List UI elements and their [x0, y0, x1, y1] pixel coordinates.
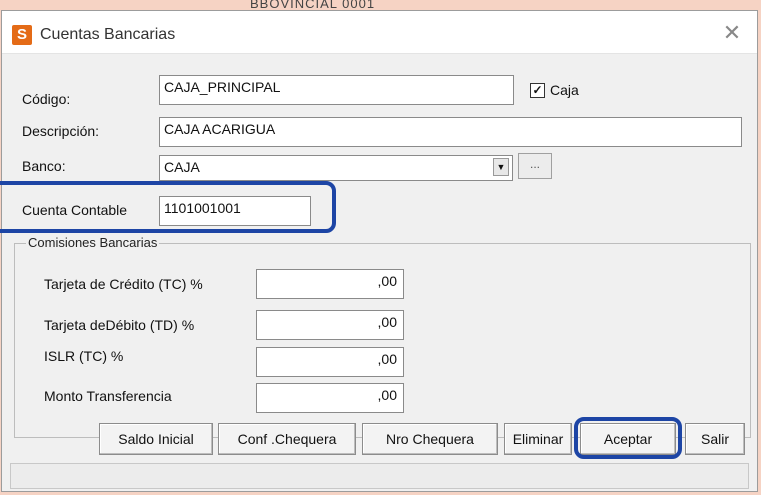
dialog-window: S Cuentas Bancarias ✕ Código: CAJA_PRINC… — [1, 10, 758, 492]
codigo-label: Código: — [22, 91, 71, 107]
comision-islr-field[interactable]: ,00 — [256, 347, 404, 377]
title-bar: S Cuentas Bancarias ✕ — [2, 11, 757, 54]
status-bar — [10, 463, 749, 489]
eliminar-button[interactable]: Eliminar — [504, 423, 572, 455]
comision-label: Tarjeta de Crédito (TC) % — [44, 276, 203, 292]
saldo-inicial-button[interactable]: Saldo Inicial — [99, 423, 213, 455]
comision-tc-field[interactable]: ,00 — [256, 269, 404, 299]
cuenta-contable-label: Cuenta Contable — [22, 202, 128, 218]
window-title: Cuentas Bancarias — [40, 26, 176, 43]
checkmark-icon: ✓ — [532, 83, 543, 97]
cuenta-contable-field[interactable]: 1101001001 — [159, 196, 311, 226]
monto-transferencia-field[interactable]: ,00 — [256, 383, 404, 413]
caja-checkbox-label: Caja — [550, 82, 579, 98]
app-icon: S — [12, 25, 32, 45]
aceptar-button[interactable]: Aceptar — [580, 423, 676, 455]
caja-checkbox[interactable]: ✓ — [530, 83, 545, 98]
banco-select[interactable]: CAJA — [159, 155, 513, 181]
banco-label: Banco: — [22, 158, 66, 174]
nro-chequera-button[interactable]: Nro Chequera — [362, 423, 498, 455]
salir-button[interactable]: Salir — [685, 423, 745, 455]
descripcion-label: Descripción: — [22, 123, 100, 139]
descripcion-field[interactable]: CAJA ACARIGUA — [159, 117, 742, 147]
comision-td-field[interactable]: ,00 — [256, 310, 404, 340]
conf-chequera-button[interactable]: Conf .Chequera — [218, 423, 356, 455]
close-icon[interactable]: ✕ — [719, 21, 745, 45]
comisiones-legend: Comisiones Bancarias — [26, 235, 160, 250]
comision-label: Tarjeta deDébito (TD) % — [44, 317, 195, 333]
background-window-text: BBOVINCIAL 0001 — [250, 0, 376, 8]
banco-lookup-button[interactable]: ... — [518, 153, 552, 179]
chevron-down-icon[interactable]: ▼ — [493, 158, 509, 176]
comision-label: ISLR (TC) % — [44, 348, 124, 364]
codigo-field[interactable]: CAJA_PRINCIPAL — [159, 75, 514, 105]
comision-label: Monto Transferencia — [44, 388, 172, 404]
banco-select-value: CAJA — [164, 159, 200, 175]
